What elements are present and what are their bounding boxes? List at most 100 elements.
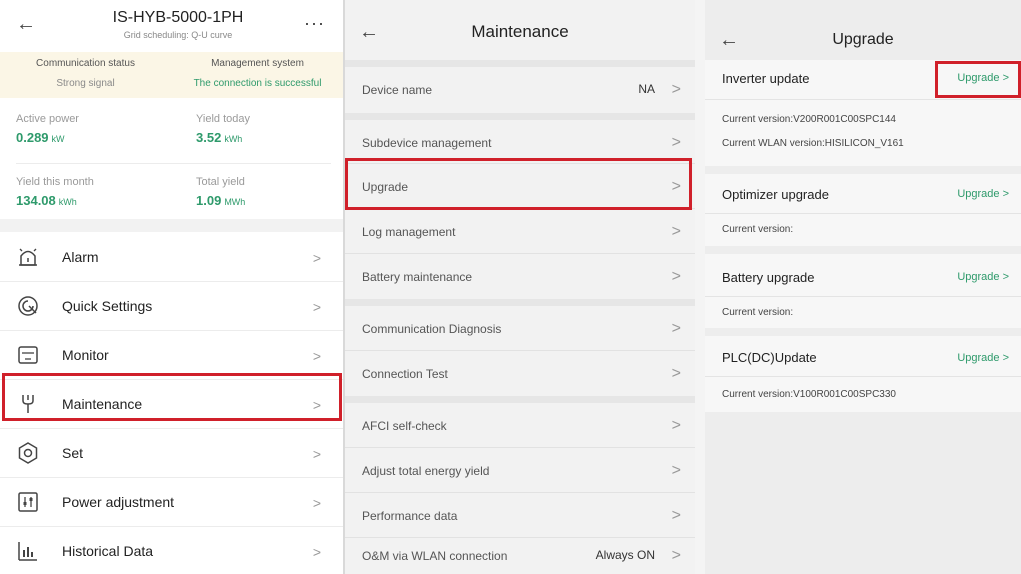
- metric-label: Yield today: [196, 113, 251, 125]
- current-version-text: Current version:: [722, 224, 794, 235]
- back-arrow-icon[interactable]: ←: [16, 14, 36, 34]
- current-wlan-version-text: Current WLAN version:HISILICON_V161: [722, 138, 904, 149]
- section-title: Battery upgrade: [722, 270, 815, 285]
- power-adjustment-icon: [18, 492, 38, 512]
- section-plc-dc-update: PLC(DC)Update Upgrade > Current version:…: [705, 336, 1021, 412]
- settings-icon: [18, 442, 38, 464]
- optimizer-upgrade-link[interactable]: Upgrade >: [957, 188, 1009, 200]
- row-device-name[interactable]: Device name NA >: [345, 67, 695, 113]
- row-value: NA: [638, 82, 655, 96]
- grid-scheduling-subtitle: Grid scheduling: Q-U curve: [123, 30, 233, 40]
- management-system-status: Management system The connection is succ…: [172, 52, 343, 98]
- section-gap: [345, 299, 695, 306]
- device-home-panel: ← IS-HYB-5000-1PH Grid scheduling: Q-U c…: [0, 0, 343, 574]
- divider: [705, 99, 1021, 100]
- status-bar: Communication status Strong signal Manag…: [0, 52, 343, 98]
- back-arrow-icon[interactable]: ←: [359, 22, 379, 42]
- menu-label: Monitor: [62, 347, 109, 363]
- home-header: ← IS-HYB-5000-1PH Grid scheduling: Q-U c…: [0, 0, 343, 52]
- chevron-right-icon: >: [312, 250, 321, 266]
- row-label: Battery maintenance: [362, 270, 473, 284]
- metric-value: 3.52 kWh: [196, 130, 243, 145]
- section-gap: [345, 113, 695, 120]
- row-battery-maintenance[interactable]: Battery maintenance >: [345, 254, 695, 300]
- chevron-right-icon: >: [671, 547, 681, 564]
- menu-item-alarm[interactable]: Alarm >: [0, 233, 343, 281]
- row-connection-test[interactable]: Connection Test >: [345, 351, 695, 397]
- quick-settings-icon: [18, 296, 38, 316]
- alarm-icon: [19, 248, 37, 266]
- panel-divider: [695, 0, 705, 574]
- chevron-right-icon: >: [312, 299, 321, 315]
- row-label: Connection Test: [362, 367, 448, 381]
- row-label: Communication Diagnosis: [362, 322, 502, 336]
- menu-item-set[interactable]: Set >: [0, 429, 343, 477]
- chevron-right-icon: >: [312, 495, 321, 511]
- historical-data-icon: [18, 542, 37, 561]
- section-gap: [0, 219, 343, 232]
- maintenance-highlight-box: [2, 373, 342, 421]
- chevron-right-icon: >: [671, 81, 681, 98]
- section-title: PLC(DC)Update: [722, 350, 817, 365]
- row-label: Device name: [362, 83, 433, 97]
- divider: [705, 213, 1021, 214]
- menu-item-historical-data[interactable]: Historical Data >: [0, 527, 343, 574]
- row-label: Adjust total energy yield: [362, 464, 490, 478]
- maintenance-panel: ← Maintenance Device name NA > Subdevice…: [345, 0, 695, 574]
- menu-item-monitor[interactable]: Monitor >: [0, 331, 343, 379]
- section-gap: [345, 396, 695, 403]
- plc-upgrade-link[interactable]: Upgrade >: [957, 352, 1009, 364]
- maintenance-header: ← Maintenance: [345, 0, 695, 60]
- section-title: Optimizer upgrade: [722, 187, 829, 202]
- row-label: Log management: [362, 225, 456, 239]
- current-version-text: Current version:V100R001C00SPC330: [722, 389, 896, 400]
- row-performance-data[interactable]: Performance data >: [345, 493, 695, 539]
- chevron-right-icon: >: [671, 268, 681, 285]
- menu-item-power-adjustment[interactable]: Power adjustment >: [0, 478, 343, 526]
- upgrade-header: ← Upgrade: [705, 0, 1021, 60]
- metric-value: 134.08 kWh: [16, 193, 77, 208]
- metric-yield-today: Yield today 3.52 kWh: [196, 113, 343, 169]
- current-version-text: Current version:V200R001C00SPC144: [722, 114, 896, 125]
- row-afci-self-check[interactable]: AFCI self-check >: [345, 403, 695, 449]
- divider: [16, 163, 331, 164]
- chevron-right-icon: >: [671, 507, 681, 524]
- metric-value: 0.289 kW: [16, 130, 65, 145]
- more-options-icon[interactable]: ···: [304, 13, 325, 34]
- upgrade-panel: ← Upgrade Inverter update Upgrade > Curr…: [705, 0, 1021, 574]
- management-system-label: Management system: [211, 58, 304, 69]
- chevron-right-icon: >: [671, 417, 681, 434]
- chevron-right-icon: >: [671, 365, 681, 382]
- chevron-right-icon: >: [671, 320, 681, 337]
- row-label: Performance data: [362, 509, 458, 523]
- current-version-text: Current version:: [722, 307, 794, 318]
- chevron-right-icon: >: [671, 134, 681, 151]
- chevron-right-icon: >: [671, 462, 681, 479]
- back-arrow-icon[interactable]: ←: [719, 30, 739, 50]
- row-value: Always ON: [595, 548, 655, 562]
- section-battery-upgrade: Battery upgrade Upgrade > Current versio…: [705, 254, 1021, 328]
- row-om-via-wlan[interactable]: O&M via WLAN connection Always ON >: [345, 538, 695, 574]
- communication-status: Communication status Strong signal: [0, 52, 171, 98]
- communication-status-label: Communication status: [36, 58, 135, 69]
- menu-label: Power adjustment: [62, 494, 175, 510]
- page-title: Upgrade: [832, 31, 894, 48]
- management-system-value: The connection is successful: [193, 78, 322, 89]
- row-communication-diagnosis[interactable]: Communication Diagnosis >: [345, 306, 695, 352]
- section-optimizer-upgrade: Optimizer upgrade Upgrade > Current vers…: [705, 174, 1021, 246]
- battery-upgrade-link[interactable]: Upgrade >: [957, 271, 1009, 283]
- row-label: AFCI self-check: [362, 419, 447, 433]
- inverter-upgrade-highlight-box: [935, 61, 1021, 98]
- menu-item-quick-settings[interactable]: Quick Settings >: [0, 282, 343, 330]
- row-log-management[interactable]: Log management >: [345, 209, 695, 255]
- metric-value: 1.09 MWh: [196, 193, 246, 208]
- metric-label: Active power: [16, 113, 79, 125]
- chevron-right-icon: >: [312, 544, 321, 560]
- communication-status-value: Strong signal: [56, 78, 115, 89]
- metric-label: Total yield: [196, 176, 245, 188]
- menu-label: Historical Data: [62, 543, 154, 559]
- page-title: Maintenance: [471, 22, 569, 41]
- chevron-right-icon: >: [671, 223, 681, 240]
- row-adjust-total-energy-yield[interactable]: Adjust total energy yield >: [345, 448, 695, 494]
- menu-label: Alarm: [62, 249, 99, 265]
